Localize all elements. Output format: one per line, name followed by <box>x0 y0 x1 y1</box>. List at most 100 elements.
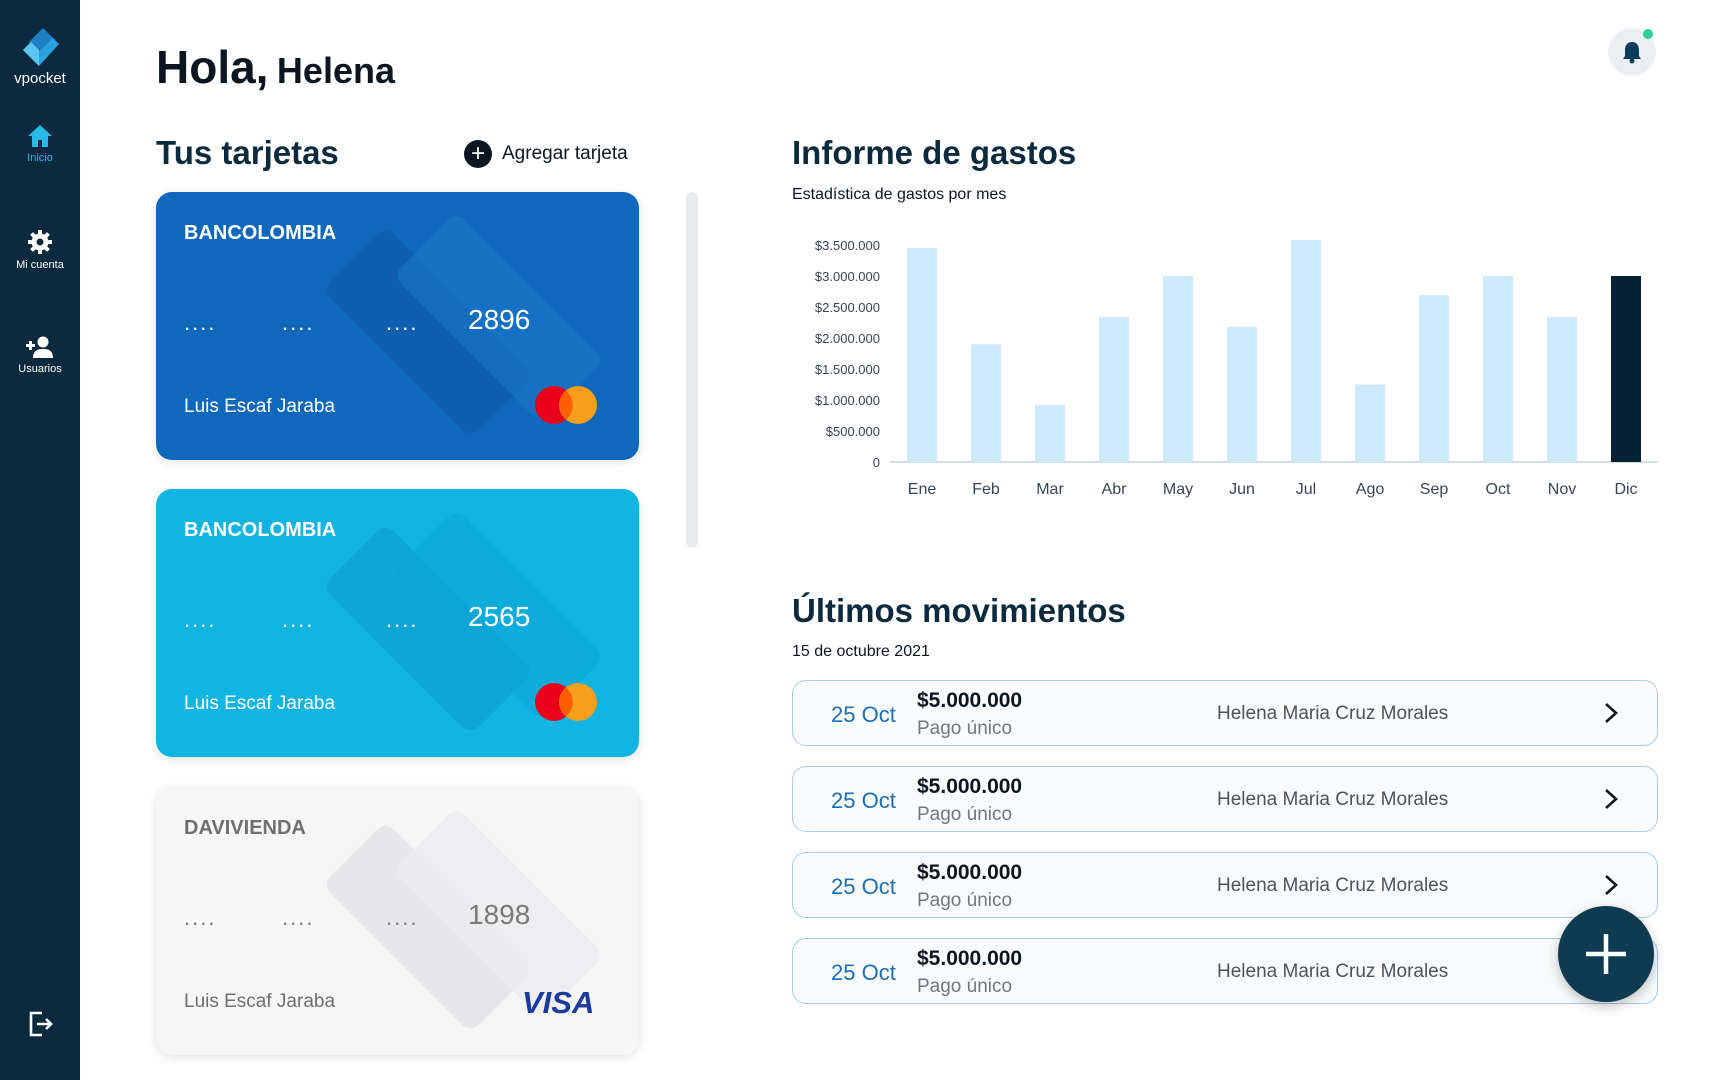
report-title: Informe de gastos <box>792 134 1077 171</box>
chart-bar-oct[interactable] <box>1483 276 1513 462</box>
home-icon <box>28 125 52 147</box>
add-circle-icon: + <box>464 140 492 168</box>
card-masked-group: .... <box>386 905 419 930</box>
card-masked-group: .... <box>282 310 315 335</box>
card-bank-name: DAVIVIENDA <box>184 817 306 839</box>
x-tick-label: Nov <box>1548 481 1576 498</box>
chart-bar-dic[interactable] <box>1611 276 1641 462</box>
chart-bar-feb[interactable] <box>971 344 1001 462</box>
x-tick-label: Feb <box>972 481 1000 498</box>
x-tick-label: May <box>1163 481 1193 498</box>
greeting-text: Hola, <box>156 41 269 93</box>
expenses-bar-chart: 0 $500.000 $1.000.000 $1.500.000 $2.000.000 $… <box>815 240 1658 498</box>
movement-type: Pago único <box>917 976 1013 997</box>
card-masked-group: .... <box>282 905 315 930</box>
report-subtitle: Estadística de gastos por mes <box>792 186 1007 203</box>
x-tick-label: Jul <box>1296 481 1316 498</box>
mastercard-logo-icon <box>535 386 597 424</box>
card-davivienda-1898[interactable]: DAVIVIENDA .... .... .... 1898 Luis Esca… <box>156 787 639 1055</box>
y-tick-label: 0 <box>873 455 880 470</box>
movement-row[interactable]: 25 Oct $5.000.000 Pago único Helena Mari… <box>792 852 1658 918</box>
card-masked-group: .... <box>386 607 419 632</box>
movement-row[interactable]: 25 Oct $5.000.000 Pago único Helena Mari… <box>792 938 1658 1004</box>
movement-type: Pago único <box>917 890 1013 911</box>
y-tick-label: $2.000.000 <box>815 331 880 346</box>
movement-amount: $5.000.000 <box>917 861 1023 884</box>
movements-list: 25 Oct $5.000.000 Pago único Helena Mari… <box>792 680 1658 1024</box>
x-tick-label: Ene <box>908 481 937 498</box>
y-tick-label: $500.000 <box>826 424 880 439</box>
sidebar-item-usuarios[interactable]: Usuarios <box>0 335 80 375</box>
card-last-digits: 2565 <box>468 601 531 632</box>
x-tick-label: Ago <box>1356 481 1385 498</box>
greeting: Hola, Helena <box>156 40 395 94</box>
movement-recipient: Helena Maria Cruz Morales <box>1217 789 1449 810</box>
app-logo[interactable]: vpocket <box>0 28 80 87</box>
sidebar-item-mi-cuenta[interactable]: Mi cuenta <box>0 229 80 271</box>
card-bank-name: BANCOLOMBIA <box>184 519 337 541</box>
chevron-right-icon[interactable] <box>1603 702 1619 724</box>
movement-recipient: Helena Maria Cruz Morales <box>1217 961 1449 982</box>
add-card-button[interactable]: + Agregar tarjeta <box>464 140 628 168</box>
chart-bar-nov[interactable] <box>1547 316 1577 462</box>
movement-date: 25 Oct <box>831 874 896 899</box>
y-tick-label: $1.500.000 <box>815 362 880 377</box>
logout-button[interactable] <box>28 1010 54 1043</box>
logo-text: vpocket <box>14 70 66 87</box>
card-last-digits: 2896 <box>468 304 531 335</box>
chart-bar-sep[interactable] <box>1419 295 1449 462</box>
card-holder-name: Luis Escaf Jaraba <box>184 693 336 714</box>
card-last-digits: 1898 <box>468 899 531 930</box>
chart-bar-mar[interactable] <box>1035 404 1065 462</box>
chevron-right-icon[interactable] <box>1603 788 1619 810</box>
movement-date: 25 Oct <box>831 788 896 813</box>
movement-row[interactable]: 25 Oct $5.000.000 Pago único Helena Mari… <box>792 680 1658 746</box>
movement-date: 25 Oct <box>831 960 896 985</box>
movement-row[interactable]: 25 Oct $5.000.000 Pago único Helena Mari… <box>792 766 1658 832</box>
card-masked-group: .... <box>386 310 419 335</box>
y-tick-label: $1.000.000 <box>815 393 880 408</box>
card-masked-group: .... <box>184 607 217 632</box>
movement-amount: $5.000.000 <box>917 775 1023 798</box>
notification-status-dot <box>1643 29 1653 39</box>
x-tick-label: Jun <box>1229 481 1255 498</box>
add-movement-button[interactable] <box>1558 906 1654 1002</box>
movement-date: 25 Oct <box>831 702 896 727</box>
card-bancolombia-2896[interactable]: BANCOLOMBIA .... .... .... 2896 Luis Esc… <box>156 192 639 460</box>
add-card-label: Agregar tarjeta <box>502 143 628 164</box>
card-masked-group: .... <box>184 310 217 335</box>
card-masked-group: .... <box>282 607 315 632</box>
chevron-right-icon[interactable] <box>1603 874 1619 896</box>
movement-type: Pago único <box>917 804 1013 825</box>
x-tick-label: Dic <box>1614 481 1637 498</box>
x-tick-label: Mar <box>1036 481 1064 498</box>
visa-logo: VISA <box>522 985 595 1020</box>
add-user-icon <box>26 336 53 358</box>
sidebar-item-label: Usuarios <box>18 363 62 375</box>
chart-bar-jun[interactable] <box>1227 326 1257 462</box>
logout-icon <box>29 1011 53 1037</box>
movement-type: Pago único <box>917 718 1013 739</box>
y-tick-label: $2.500.000 <box>815 300 880 315</box>
gear-icon <box>28 230 52 254</box>
sidebar-item-label: Mi cuenta <box>16 259 64 271</box>
card-holder-name: Luis Escaf Jaraba <box>184 991 336 1012</box>
chart-bar-ene[interactable] <box>907 248 937 462</box>
card-bancolombia-2565[interactable]: BANCOLOMBIA .... .... .... 2565 Luis Esc… <box>156 489 639 757</box>
movement-recipient: Helena Maria Cruz Morales <box>1217 875 1449 896</box>
chart-bar-may[interactable] <box>1163 276 1193 462</box>
cards-section-title: Tus tarjetas <box>156 134 339 171</box>
y-tick-label: $3.500.000 <box>815 240 880 253</box>
plus-icon <box>1586 934 1626 974</box>
movements-date: 15 de octubre 2021 <box>792 643 930 660</box>
chart-bar-jul[interactable] <box>1291 240 1321 462</box>
sidebar-item-inicio[interactable]: Inicio <box>0 124 80 164</box>
sidebar-item-label: Inicio <box>27 152 53 164</box>
cards-scrollbar[interactable] <box>686 192 698 548</box>
chart-bar-abr[interactable] <box>1099 316 1129 462</box>
mastercard-logo-icon <box>535 683 597 721</box>
chart-bar-ago[interactable] <box>1355 384 1385 463</box>
x-tick-label: Abr <box>1102 481 1128 498</box>
card-bank-name: BANCOLOMBIA <box>184 222 337 244</box>
card-holder-name: Luis Escaf Jaraba <box>184 396 336 417</box>
